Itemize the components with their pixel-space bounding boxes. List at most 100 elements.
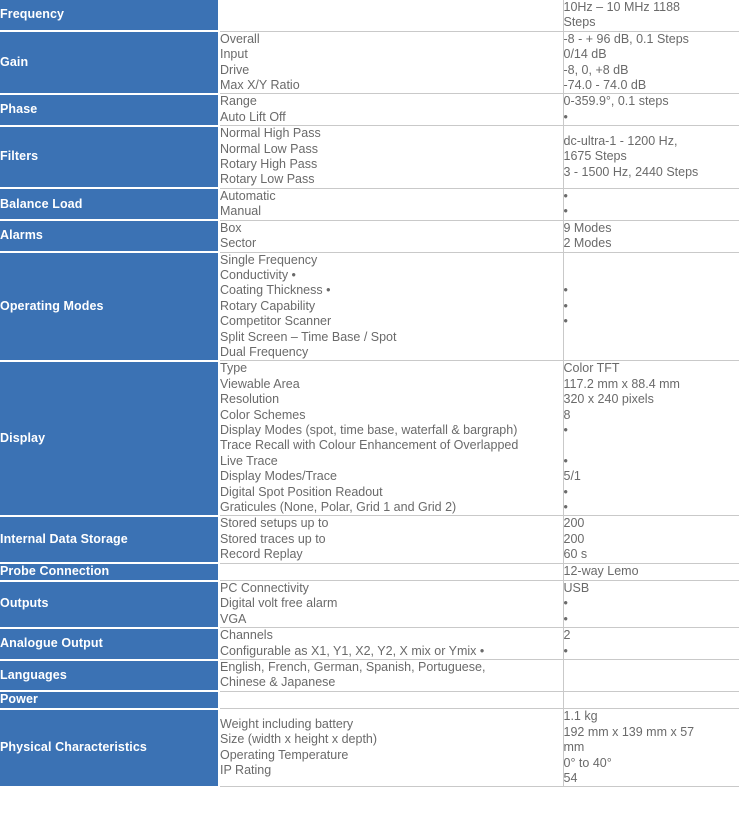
spec-category-label: Alarms	[0, 220, 220, 253]
spec-feature-line: Drive	[220, 62, 250, 77]
spec-value-bullet: •	[563, 453, 568, 468]
spec-feature-line: Max X/Y Ratio	[220, 78, 300, 93]
spec-feature-line: Rotary High Pass	[220, 157, 318, 172]
table-row: Display Type Viewable Area Resolution Color …	[0, 360, 739, 517]
spec-feature-list: Range Auto Lift Off	[219, 93, 564, 126]
spec-value-list: • • •	[563, 252, 739, 361]
spec-category-label: Filters	[0, 125, 220, 190]
spec-category-label: Phase	[0, 93, 220, 127]
spec-value-line: USB	[563, 581, 590, 596]
spec-feature-line: English, French, German, Spanish, Portug…	[220, 660, 486, 675]
spec-value-line: 0-359.9°, 0.1 steps	[563, 94, 669, 109]
spec-feature-line: Stored setups up to	[220, 516, 329, 531]
table-row: Operating Modes Single Frequency Conductiv…	[0, 252, 739, 362]
spec-feature-line: Range	[220, 94, 257, 109]
spec-feature-line: VGA	[220, 611, 247, 626]
spec-feature-line: Operating Temperature	[220, 747, 349, 762]
spec-value-line: Steps	[563, 15, 596, 30]
spec-value-list: 0-359.9°, 0.1 steps •	[563, 94, 739, 126]
table-row: Probe Connection 12-way Lemo	[0, 563, 739, 582]
spec-feature-line: Normal High Pass	[220, 126, 321, 141]
spec-value-list: 1.1 kg 192 mm x 139 mm x 57 mm 0° to 40° 54	[563, 709, 739, 787]
spec-value-list	[563, 660, 739, 692]
table-row: Alarms Box Sector 9 Modes 2 Modes	[0, 220, 739, 253]
spec-feature-line: Digital volt free alarm	[220, 596, 338, 611]
spec-feature-list: Normal High Pass Normal Low Pass Rotary Hi…	[219, 125, 564, 189]
spec-feature-line: Coating Thickness •	[220, 283, 331, 298]
spec-feature-line: Normal Low Pass	[220, 141, 318, 156]
table-row: Internal Data Storage Stored setups up to…	[0, 515, 739, 565]
spec-value-list: dc-ultra-1 - 1200 Hz, 1675 Steps 3 - 1500 …	[563, 126, 739, 189]
spec-category-label: Gain	[0, 31, 220, 95]
spec-feature-line: Graticules (None, Polar, Grid 1 and Grid…	[220, 500, 457, 514]
spec-feature-list: Weight including battery Size (width x he…	[219, 708, 564, 787]
spec-value-bullet: •	[563, 298, 568, 313]
table-row: Frequency 10Hz – 10 MHz 1188 Steps	[0, 0, 739, 33]
spec-value-bullet: •	[563, 109, 568, 124]
spec-feature-line: Rotary Capability	[220, 298, 316, 313]
spec-feature-line: Input	[220, 47, 248, 62]
spec-value-line: 0/14 dB	[563, 47, 607, 62]
spec-value-line: 200	[563, 516, 585, 531]
spec-value-line: 192 mm x 139 mm x 57	[563, 724, 695, 739]
spec-value-line: 117.2 mm x 88.4 mm	[563, 376, 680, 391]
spec-feature-line: Color Schemes	[220, 407, 306, 422]
spec-value-list: • •	[563, 188, 739, 220]
spec-value-line: -8 - + 96 dB, 0.1 Steps	[563, 31, 689, 46]
spec-feature-list: Stored setups up to Stored traces up to Re…	[219, 515, 564, 564]
table-row: Balance Load Automatic Manual • •	[0, 188, 739, 222]
spec-value-line: 54	[563, 770, 578, 785]
spec-value-list	[563, 691, 739, 708]
spec-value-line: -74.0 - 74.0 dB	[563, 78, 647, 93]
spec-value-bullet: •	[563, 484, 568, 499]
spec-category-label: Frequency	[0, 0, 220, 33]
spec-value-line: 200	[563, 531, 585, 546]
spec-value-line: mm	[563, 740, 585, 755]
spec-value-line: 320 x 240 pixels	[563, 392, 654, 407]
spec-value-line: 3 - 1500 Hz, 2440 Steps	[563, 164, 699, 179]
specifications-table-body: Frequency 10Hz – 10 MHz 1188 Steps Gain Over…	[0, 0, 739, 788]
spec-category-label: Outputs	[0, 580, 220, 629]
spec-feature-line: Automatic	[220, 188, 276, 203]
spec-value-line: 0° to 40°	[563, 755, 612, 770]
spec-feature-line: Single Frequency	[220, 252, 318, 267]
table-row: Languages English, French, German, Spanis…	[0, 659, 739, 693]
spec-category-label: Languages	[0, 659, 220, 693]
spec-category-label: Display	[0, 360, 220, 517]
spec-value-list: 200 200 60 s	[563, 516, 739, 563]
spec-value-bullet: •	[563, 188, 568, 203]
spec-feature-list: Type Viewable Area Resolution Color Schemes…	[219, 360, 564, 516]
spec-value-line: 9 Modes	[563, 220, 612, 235]
spec-feature-line: Box	[220, 220, 242, 235]
spec-feature-line: Resolution	[220, 392, 280, 407]
spec-value-bullet: •	[563, 283, 568, 298]
spec-value-bullet: •	[563, 422, 568, 437]
spec-feature-list: PC Connectivity Digital volt free alarm VG…	[219, 580, 564, 628]
spec-feature-line: Digital Spot Position Readout	[220, 484, 383, 499]
table-row: Gain Overall Input Drive Max X/Y Ratio -8 - +…	[0, 31, 739, 95]
spec-feature-line: Chinese & Japanese	[220, 675, 336, 690]
spec-feature-line: IP Rating	[220, 763, 272, 778]
spec-feature-line: Size (width x height x depth)	[220, 732, 378, 747]
spec-feature-line: Display Modes/Trace	[220, 469, 337, 484]
spec-category-label: Operating Modes	[0, 252, 220, 362]
table-row: Phase Range Auto Lift Off 0-359.9°, 0.1 ste…	[0, 93, 739, 127]
spec-value-line: 60 s	[563, 547, 588, 562]
spec-value-list: Color TFT 117.2 mm x 88.4 mm 320 x 240 pix…	[563, 361, 739, 516]
spec-value-line: 2 Modes	[563, 236, 612, 251]
spec-feature-line: Viewable Area	[220, 376, 300, 391]
spec-value-line: dc-ultra-1 - 1200 Hz,	[563, 133, 678, 148]
spec-category-label: Probe Connection	[0, 563, 220, 582]
spec-value-bullet: •	[563, 314, 568, 329]
spec-feature-list: Box Sector	[219, 220, 564, 252]
table-row: Physical Characteristics Weight including…	[0, 708, 739, 788]
spec-category-label: Analogue Output	[0, 627, 220, 661]
spec-value-line: -8, 0, +8 dB	[563, 62, 629, 77]
spec-value-bullet: •	[563, 643, 568, 658]
spec-feature-line: Split Screen – Time Base / Spot	[220, 329, 397, 344]
spec-feature-line: Display Modes (spot, time base, waterfal…	[220, 422, 518, 437]
spec-value-line: 12-way Lemo	[563, 564, 639, 579]
specifications-table: Frequency 10Hz – 10 MHz 1188 Steps Gain Over…	[0, 0, 739, 788]
spec-feature-line: Type	[220, 361, 248, 376]
spec-value-line: 1675 Steps	[563, 149, 627, 164]
